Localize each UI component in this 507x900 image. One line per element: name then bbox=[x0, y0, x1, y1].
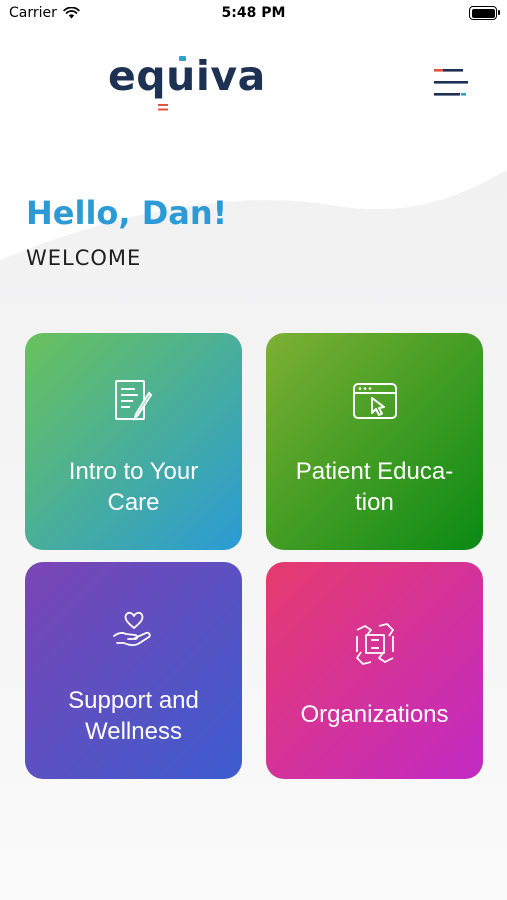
welcome-subtitle: WELCOME bbox=[26, 246, 142, 270]
hamburger-menu-icon[interactable] bbox=[428, 64, 472, 104]
tile-label-line: Intro to Your bbox=[68, 458, 199, 485]
tile-label-line: Organizations bbox=[300, 701, 449, 728]
browser-cursor-icon bbox=[352, 383, 397, 419]
greeting-title: Hello, Dan! bbox=[26, 194, 228, 232]
tile-label-line: Wellness bbox=[85, 718, 182, 745]
tile-label-line: Care bbox=[107, 489, 160, 516]
document-pen-icon bbox=[114, 380, 152, 422]
tile-patient-education[interactable]: Patient Educa- tion bbox=[266, 333, 483, 550]
linked-hands-icon bbox=[355, 623, 394, 665]
tile-intro-to-your-care[interactable]: Intro to Your Care bbox=[25, 333, 242, 550]
battery-icon bbox=[469, 6, 500, 20]
tile-label-line: Patient Educa- bbox=[295, 458, 454, 485]
tile-label-line: tion bbox=[355, 489, 394, 516]
tile-label-line: Support and bbox=[68, 687, 199, 714]
app-logo: equiva bbox=[108, 52, 266, 100]
status-time: 5:48 PM bbox=[221, 5, 286, 21]
logo-accent-marks bbox=[158, 104, 168, 111]
status-bar: Carrier 5:48 PM bbox=[0, 0, 507, 30]
heart-hand-icon bbox=[112, 611, 151, 646]
logo-dot bbox=[179, 56, 186, 61]
tile-organizations[interactable]: Organizations bbox=[266, 562, 483, 779]
tile-support-and-wellness[interactable]: Support and Wellness bbox=[25, 562, 242, 779]
